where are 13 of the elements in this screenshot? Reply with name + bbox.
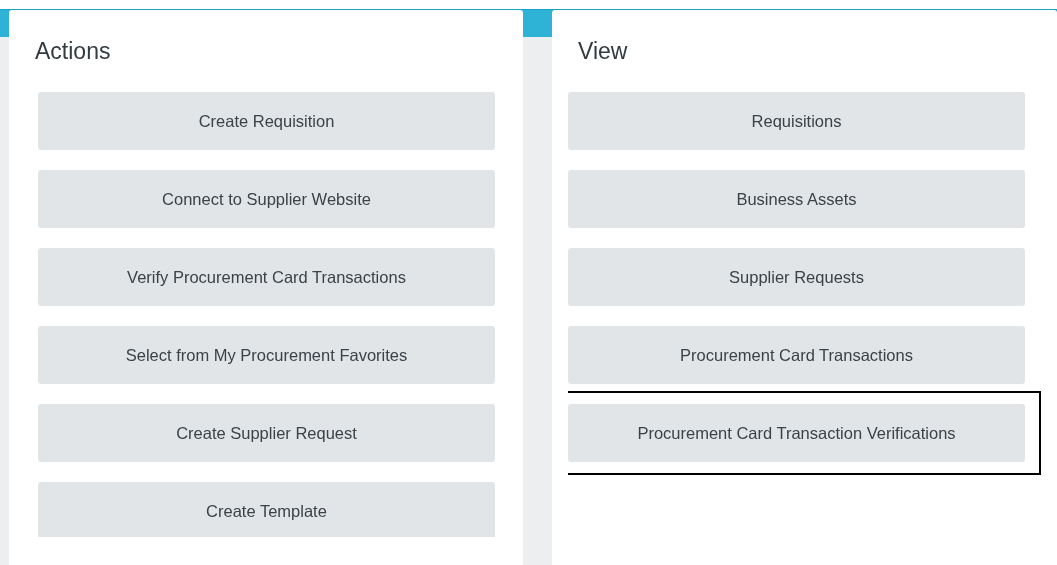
menu-button[interactable]: Select from My Procurement Favorites [38,326,495,384]
menu-button[interactable]: Supplier Requests [568,248,1025,306]
menu-button[interactable]: Requisitions [568,92,1025,150]
menu-button[interactable]: Procurement Card Transactions [568,326,1025,384]
menu-button[interactable]: Business Assets [568,170,1025,228]
section-title: View [578,37,629,65]
menu-button[interactable]: Verify Procurement Card Transactions [38,248,495,306]
menu-button[interactable]: Connect to Supplier Website [38,170,495,228]
menu-button[interactable]: Create Template [38,482,495,537]
menu-button[interactable]: Create Requisition [38,92,495,150]
menu-button[interactable]: Create Supplier Request [38,404,495,462]
menu-button[interactable]: Procurement Card Transaction Verifications [568,404,1025,462]
section-title: Actions [35,37,112,65]
